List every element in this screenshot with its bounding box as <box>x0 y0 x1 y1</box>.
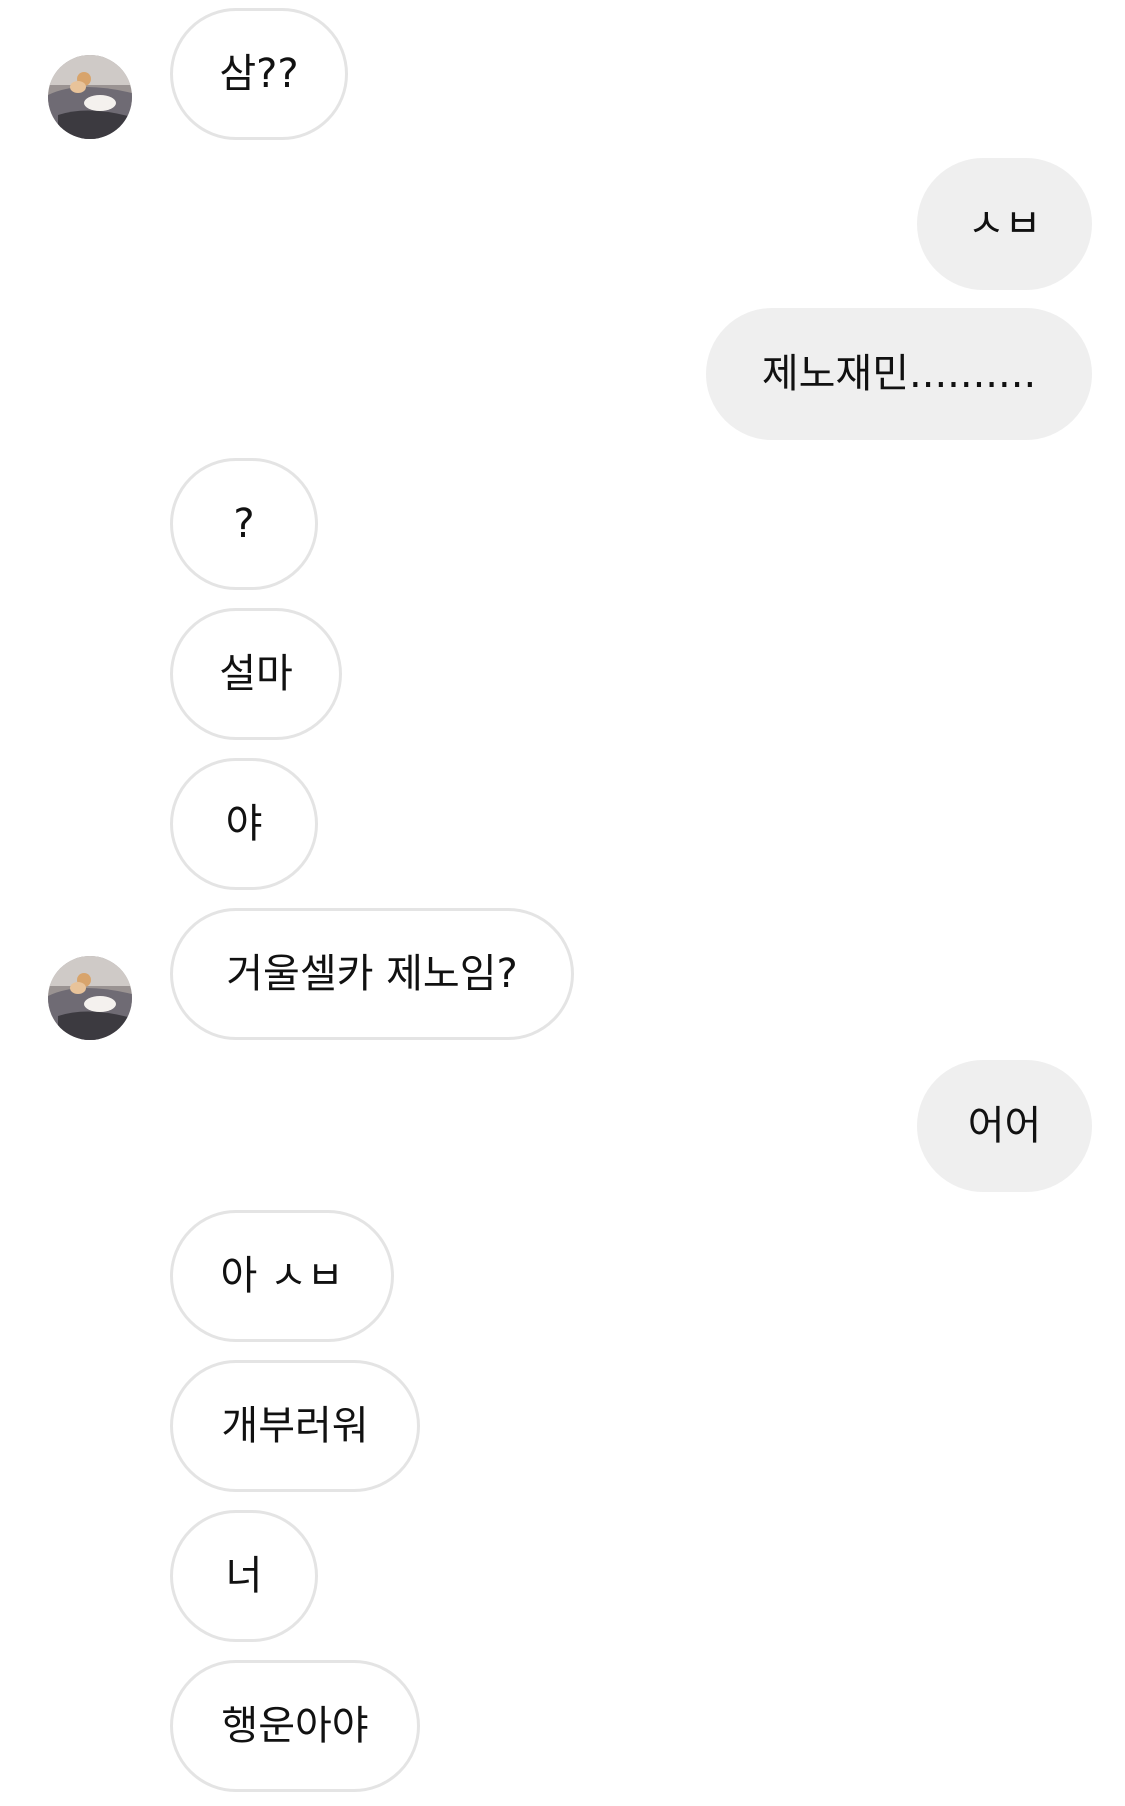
incoming-message-bubble[interactable]: 개부러워 <box>170 1360 420 1492</box>
incoming-message-bubble[interactable]: 너 <box>170 1510 318 1642</box>
cat-profile-photo-icon <box>48 956 132 1040</box>
incoming-message-bubble[interactable]: 야 <box>170 758 318 890</box>
incoming-message-bubble[interactable]: 아 ㅅㅂ <box>170 1210 394 1342</box>
outgoing-message-bubble[interactable]: 어어 <box>917 1060 1092 1192</box>
incoming-message-bubble[interactable]: 설마 <box>170 608 342 740</box>
cat-profile-photo-icon <box>48 55 132 139</box>
contact-avatar[interactable] <box>48 956 132 1040</box>
incoming-message-bubble[interactable]: 행운아야 <box>170 1660 420 1792</box>
outgoing-message-bubble[interactable]: 제노재민.......... <box>706 308 1092 440</box>
incoming-message-bubble[interactable]: 삼?? <box>170 8 348 140</box>
incoming-message-bubble[interactable]: ? <box>170 458 318 590</box>
incoming-message-bubble[interactable]: 거울셀카 제노임? <box>170 908 574 1040</box>
contact-avatar[interactable] <box>48 55 132 139</box>
outgoing-message-bubble[interactable]: ㅅㅂ <box>917 158 1092 290</box>
